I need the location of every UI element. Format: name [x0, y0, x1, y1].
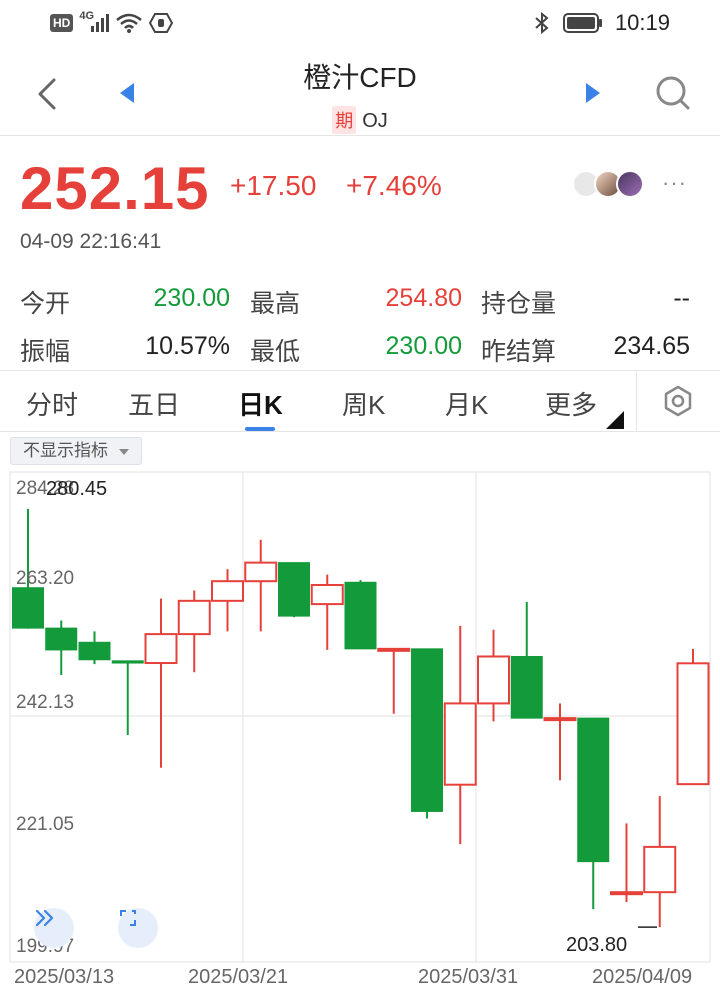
tab-intraday[interactable]: 分时	[26, 385, 78, 422]
period-tabs: 分时 五日 日K 周K 月K 更多	[0, 370, 720, 432]
candle-body	[144, 633, 178, 665]
indicator-toggle-button[interactable]: 不显示指标	[10, 437, 142, 465]
candle-body	[543, 717, 577, 722]
candle-body	[244, 561, 278, 583]
hd-icon: HD	[50, 14, 74, 32]
candle-body	[344, 581, 377, 650]
quote-timestamp: 04-09 22:16:41	[20, 230, 162, 253]
page-title: 橙汁CFD	[303, 62, 417, 93]
low-label: 最低	[250, 338, 301, 366]
candle-body	[411, 648, 443, 812]
dropdown-triangle-icon	[118, 448, 129, 455]
last-price: 252.15	[20, 155, 210, 222]
plot-frame	[9, 471, 711, 963]
futures-badge: 期	[332, 106, 357, 134]
candle-body	[610, 891, 643, 896]
amplitude-label: 振幅	[20, 338, 71, 366]
open-interest-value: --	[673, 284, 690, 312]
y-tick-label: 221.05	[16, 814, 75, 835]
y-tick-label: 242.13	[16, 692, 75, 713]
bluetooth-icon	[535, 11, 549, 35]
candle-body	[377, 647, 411, 652]
tab-divider	[636, 371, 637, 431]
more-options-icon[interactable]: ···	[662, 170, 687, 196]
more-dropdown-icon	[606, 411, 624, 429]
double-chevron-right-icon	[35, 909, 54, 927]
battery-icon	[562, 13, 602, 33]
hand-shield-icon	[149, 13, 174, 33]
user-avatars[interactable]	[572, 170, 644, 198]
candlestick-plot	[9, 471, 711, 963]
x-tick-label: 2025/03/13	[14, 966, 115, 988]
candle-body	[676, 662, 710, 786]
instrument-symbol: OJ	[362, 110, 388, 132]
tab-more[interactable]: 更多	[545, 385, 597, 422]
indicator-toggle-label: 不显示指标	[23, 441, 108, 460]
clock: 10:19	[614, 10, 670, 35]
cellular-signal-icon: 4G	[79, 10, 110, 34]
search-icon[interactable]	[654, 74, 692, 112]
x-tick-label: 2025/03/31	[418, 966, 519, 988]
quote-stats: 今开 230.00 最高 254.80 持仓量 -- 振幅 10.57% 最低 …	[0, 278, 720, 368]
status-bar: HD 4G 10:19	[0, 0, 720, 50]
x-tick-label: 2025/03/21	[188, 966, 289, 988]
avatar	[616, 170, 644, 198]
tab-monthly-k[interactable]: 月K	[445, 385, 488, 422]
high-value: 254.80	[385, 284, 462, 312]
settings-gear-icon[interactable]	[662, 385, 694, 417]
y-tick-label: 263.20	[16, 568, 75, 589]
instrument-code: 期 OJ	[0, 106, 720, 134]
kline-chart[interactable]: 284.28 263.20 242.13 221.05 199.97 280.4…	[0, 470, 720, 995]
nav-bar: 橙汁CFD 期 OJ	[0, 50, 720, 136]
status-icons-right: 10:19	[533, 10, 670, 36]
active-tab-indicator	[245, 427, 275, 431]
status-icons-left: HD 4G	[50, 10, 174, 34]
tab-five-day[interactable]: 五日	[128, 385, 180, 422]
candle-body	[177, 599, 211, 636]
candle-body	[12, 587, 44, 629]
candle-body	[577, 717, 610, 863]
high-label: 最高	[250, 290, 301, 318]
low-value: 230.00	[385, 332, 462, 360]
candle-body	[477, 655, 510, 705]
candle-body	[278, 562, 310, 617]
fullscreen-icon	[120, 910, 136, 926]
prev-settle-label: 昨结算	[481, 338, 557, 366]
min-price-label: 203.80	[566, 934, 628, 956]
max-price-label: 280.45	[46, 478, 108, 500]
tab-weekly-k[interactable]: 周K	[342, 385, 385, 422]
quote-panel: 252.15 +17.50 +7.46% 04-09 22:16:41 ···	[0, 136, 720, 266]
candle-body	[643, 845, 677, 894]
prev-settle-value: 234.65	[613, 332, 690, 360]
expand-chart-button[interactable]	[34, 908, 74, 948]
candle-body	[211, 580, 244, 602]
candle-body	[310, 584, 344, 606]
tab-daily-k[interactable]: 日K	[238, 385, 283, 422]
amplitude-value: 10.57%	[145, 332, 230, 360]
open-label: 今开	[20, 290, 71, 318]
open-value: 230.00	[153, 284, 230, 312]
wifi-icon	[116, 13, 143, 33]
price-change: +17.50	[230, 170, 317, 201]
next-instrument-icon[interactable]	[584, 82, 602, 104]
x-tick-label: 2025/04/09	[592, 966, 693, 988]
fullscreen-button[interactable]	[118, 908, 158, 948]
price-change-percent: +7.46%	[346, 170, 442, 201]
candle-body	[45, 627, 78, 651]
candle-body	[78, 641, 111, 661]
open-interest-label: 持仓量	[481, 290, 557, 318]
candle-body	[443, 702, 477, 786]
candle-body	[510, 655, 543, 719]
candle-body	[111, 660, 144, 664]
